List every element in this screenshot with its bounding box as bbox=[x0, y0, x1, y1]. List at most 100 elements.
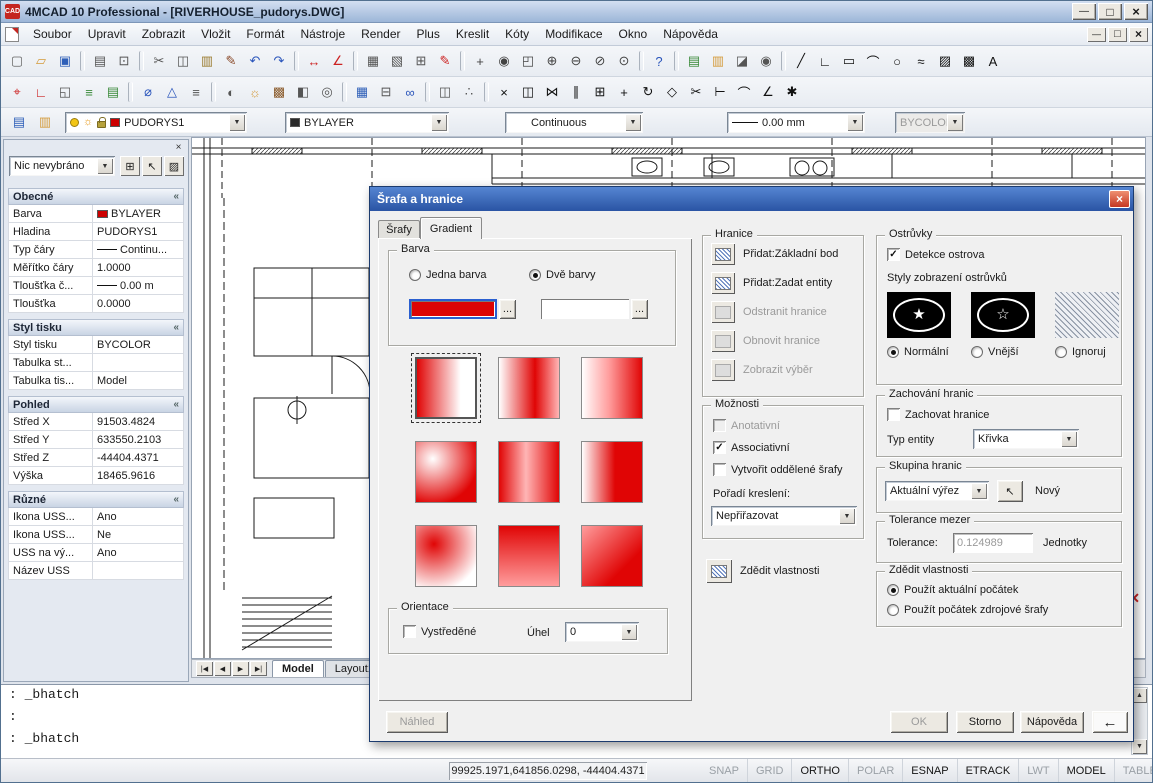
previous-tab-button[interactable] bbox=[214, 661, 231, 676]
array-icon[interactable]: ⊞ bbox=[589, 81, 611, 103]
erase-icon[interactable]: × bbox=[493, 81, 515, 103]
radio-two-colors[interactable]: Dvě barvy bbox=[529, 269, 596, 281]
distance-icon[interactable]: ⌀ bbox=[137, 81, 159, 103]
draw-order-combo[interactable]: Nepřiřazovat bbox=[711, 506, 857, 526]
chevron-down-icon[interactable] bbox=[839, 508, 855, 524]
hyperlink-icon[interactable]: ∞ bbox=[399, 81, 421, 103]
collapse-chevron-icon[interactable] bbox=[173, 494, 179, 505]
section-header[interactable]: Styl tisku bbox=[8, 319, 184, 336]
xref-icon[interactable]: ⊟ bbox=[375, 81, 397, 103]
polar-toggle[interactable]: POLAR bbox=[849, 759, 903, 783]
insert-block-icon[interactable]: ▧ bbox=[386, 50, 408, 72]
dialog-title-bar[interactable]: Šrafa a hranice bbox=[370, 187, 1133, 211]
gradient-inverted-spherical-tile[interactable] bbox=[415, 525, 477, 587]
radio-island-ignore[interactable]: Ignoruj bbox=[1055, 346, 1106, 358]
property-value[interactable]: BYCOLOR bbox=[93, 339, 183, 351]
layers-icon[interactable]: ≡ bbox=[78, 81, 100, 103]
tab-gradient[interactable]: Gradient bbox=[420, 217, 482, 239]
dim-linear-icon[interactable]: ↔ bbox=[303, 50, 325, 72]
new-boundary-set-button[interactable]: ↖ bbox=[997, 480, 1023, 502]
group-icon[interactable]: ◫ bbox=[434, 81, 456, 103]
menu-render[interactable]: Render bbox=[353, 25, 408, 43]
property-value[interactable]: BYLAYER bbox=[93, 208, 183, 220]
chevron-down-icon[interactable] bbox=[621, 624, 637, 640]
rebuild-boundary-button[interactable]: Obnovit hranice bbox=[711, 330, 855, 352]
rectangle-icon[interactable]: ▭ bbox=[838, 50, 860, 72]
lineweight-combo[interactable]: 0.00 mm bbox=[727, 112, 865, 133]
open-icon[interactable]: ▱ bbox=[30, 50, 52, 72]
gradient-hemispherical-tile[interactable] bbox=[498, 441, 560, 503]
preview-button[interactable]: Náhled bbox=[386, 711, 448, 733]
add-pick-point-button[interactable]: Přidat:Základní bod bbox=[711, 243, 855, 265]
gradient-inverted-curved-tile[interactable] bbox=[581, 525, 643, 587]
layer-combo[interactable]: ☼ PUDORYS1 bbox=[65, 112, 247, 133]
pick-add-toggle-button[interactable] bbox=[142, 156, 162, 176]
section-header[interactable]: Obecné bbox=[8, 188, 184, 205]
menu-vlozit[interactable]: Vložit bbox=[193, 25, 238, 43]
layer-states-icon[interactable]: ▤ bbox=[102, 81, 124, 103]
zoom-realtime-icon[interactable]: ◉ bbox=[493, 50, 515, 72]
layer-properties-icon[interactable]: ▤ bbox=[8, 111, 30, 133]
remove-boundary-button[interactable]: Odstranit hranice bbox=[711, 301, 855, 323]
property-value[interactable]: Ano bbox=[93, 547, 183, 559]
first-tab-button[interactable] bbox=[196, 661, 213, 676]
gradient-inverted-hemispherical-tile[interactable] bbox=[498, 525, 560, 587]
collapse-chevron-icon[interactable] bbox=[173, 399, 179, 410]
design-center-icon[interactable]: ◪ bbox=[731, 50, 753, 72]
boundary-set-combo[interactable]: Aktuální výřez bbox=[885, 481, 989, 501]
mirror-icon[interactable]: ⋈ bbox=[541, 81, 563, 103]
spline-icon[interactable]: ≈ bbox=[910, 50, 932, 72]
chevron-down-icon[interactable] bbox=[1061, 431, 1077, 447]
tab-srafy[interactable]: Šrafy bbox=[378, 220, 420, 239]
chevron-down-icon[interactable] bbox=[431, 114, 447, 131]
palette-close-icon[interactable]: × bbox=[172, 141, 185, 154]
lights-icon[interactable]: ☼ bbox=[244, 81, 266, 103]
named-views-icon[interactable]: ◱ bbox=[54, 81, 76, 103]
tab-model[interactable]: Model bbox=[272, 660, 324, 677]
orbit-3d-icon[interactable]: ◎ bbox=[316, 81, 338, 103]
polyline-icon[interactable]: ∟ bbox=[814, 50, 836, 72]
copy-icon[interactable]: ◫ bbox=[172, 50, 194, 72]
sketch-icon[interactable]: ✎ bbox=[434, 50, 456, 72]
menu-okno[interactable]: Okno bbox=[611, 25, 656, 43]
ucs-world-icon[interactable]: ∟ bbox=[30, 81, 52, 103]
color1-swatch[interactable] bbox=[409, 299, 497, 319]
scroll-up-icon[interactable]: ▲ bbox=[1132, 688, 1147, 703]
property-value[interactable]: -44404.4371 bbox=[93, 452, 183, 464]
chevron-down-icon[interactable] bbox=[947, 114, 963, 131]
radio-current-origin[interactable]: Použít aktuální počátek bbox=[887, 584, 1018, 596]
cut-icon[interactable]: ✂ bbox=[148, 50, 170, 72]
dim-angular-icon[interactable]: ∠ bbox=[327, 50, 349, 72]
ortho-toggle[interactable]: ORTHO bbox=[792, 759, 849, 783]
chevron-down-icon[interactable] bbox=[847, 114, 863, 131]
ucs-icon[interactable]: ⌖ bbox=[6, 81, 28, 103]
arc-icon[interactable]: ⌒ bbox=[862, 50, 884, 72]
model-toggle[interactable]: MODEL bbox=[1059, 759, 1115, 783]
menu-napoveda[interactable]: Nápověda bbox=[655, 25, 726, 43]
menu-kreslit[interactable]: Kreslit bbox=[448, 25, 497, 43]
property-value[interactable]: Ano bbox=[93, 511, 183, 523]
property-value[interactable]: 633550.2103 bbox=[93, 434, 183, 446]
property-value[interactable]: Ne bbox=[93, 529, 183, 541]
menu-upravit[interactable]: Upravit bbox=[80, 25, 134, 43]
entity-type-combo[interactable]: Křivka bbox=[973, 429, 1079, 449]
property-value[interactable]: PUDORYS1 bbox=[93, 226, 183, 238]
list-icon[interactable]: ≡ bbox=[185, 81, 207, 103]
radio-island-outer[interactable]: Vnější bbox=[971, 346, 1019, 358]
gradient-inverted-cylinder-tile[interactable] bbox=[581, 357, 643, 419]
ok-button[interactable]: OK bbox=[890, 711, 948, 733]
menu-modifikace[interactable]: Modifikace bbox=[537, 25, 610, 43]
plotstyle-combo[interactable]: BYCOLOR bbox=[895, 112, 965, 133]
radio-island-normal[interactable]: Normální bbox=[887, 346, 949, 358]
color2-browse-button[interactable]: ... bbox=[631, 299, 648, 319]
gradient-linear-tile[interactable] bbox=[415, 357, 477, 419]
help-icon[interactable]: ? bbox=[648, 50, 670, 72]
menu-format[interactable]: Formát bbox=[238, 25, 292, 43]
toolbars-icon[interactable]: ▥ bbox=[707, 50, 729, 72]
lwt-toggle[interactable]: LWT bbox=[1019, 759, 1058, 783]
annotative-checkbox[interactable]: Anotativní bbox=[713, 419, 780, 432]
explode-icon[interactable]: ✱ bbox=[781, 81, 803, 103]
point-style-icon[interactable]: ∴ bbox=[458, 81, 480, 103]
etrack-toggle[interactable]: ETRACK bbox=[958, 759, 1020, 783]
new-icon[interactable]: ▢ bbox=[6, 50, 28, 72]
